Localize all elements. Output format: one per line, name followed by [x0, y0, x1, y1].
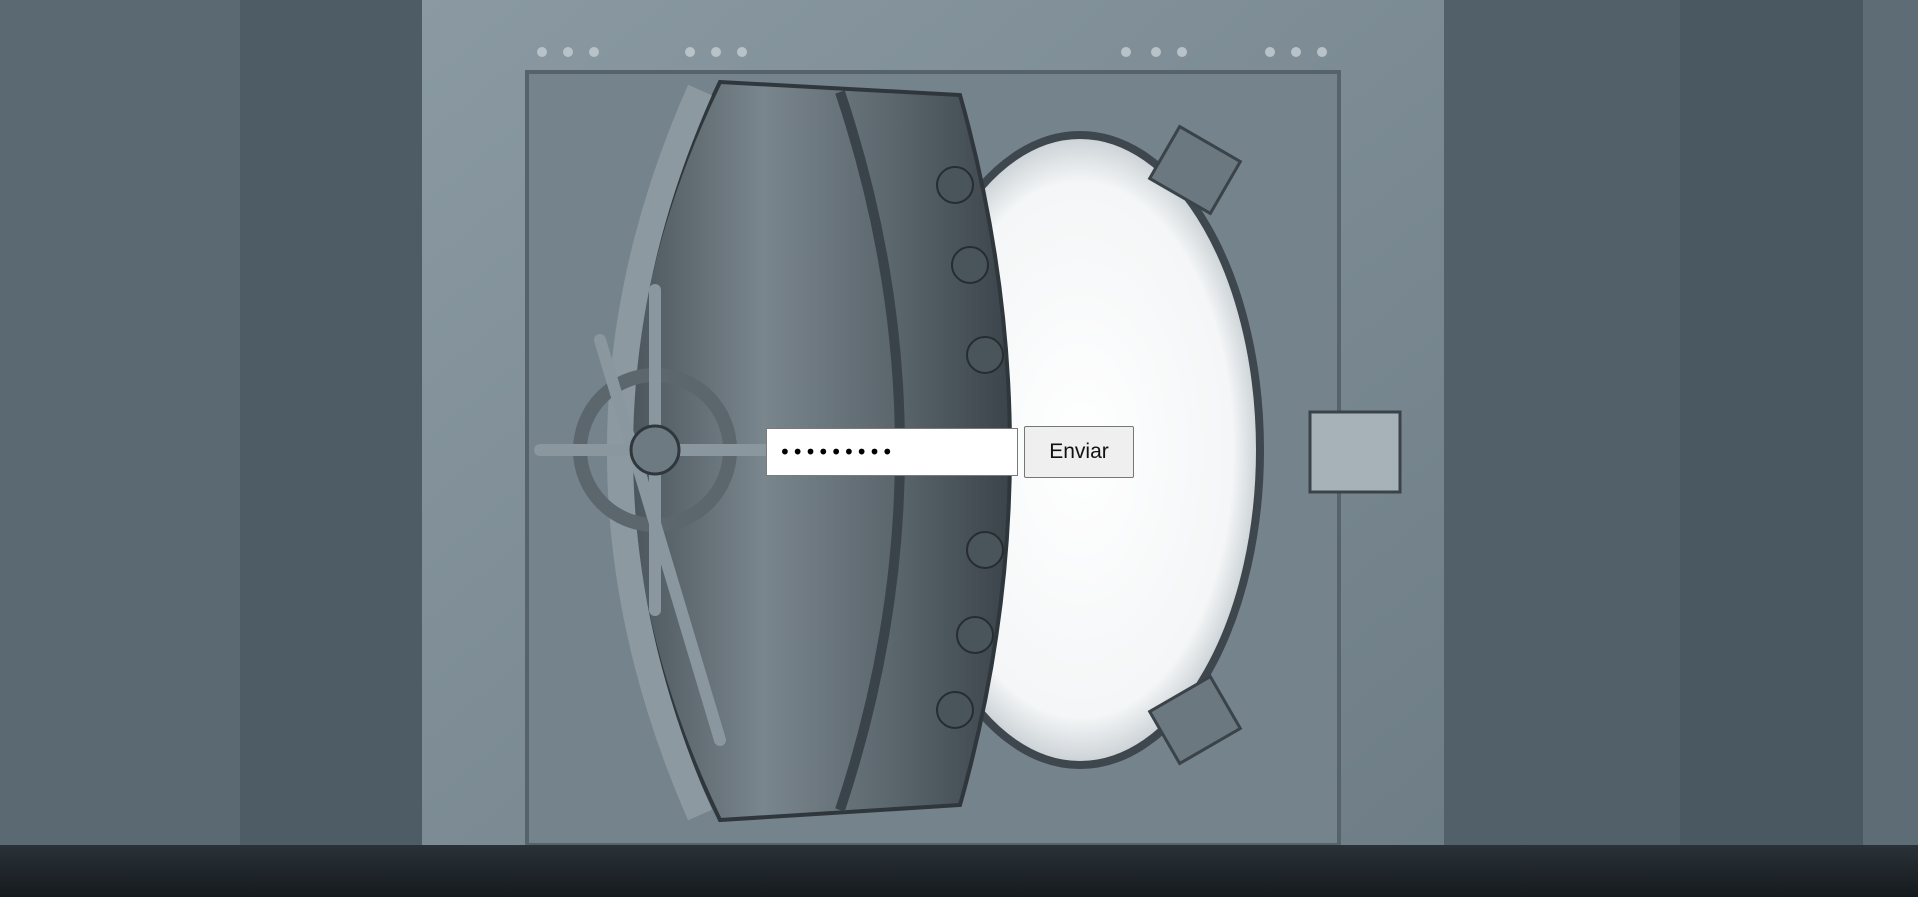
wall-panel	[240, 0, 422, 845]
password-form: Enviar	[766, 426, 1134, 478]
wall-panel	[1444, 0, 1680, 845]
password-input[interactable]	[766, 428, 1018, 476]
wall-panel	[1863, 0, 1918, 845]
floor	[0, 845, 1918, 897]
wall-panel	[0, 0, 240, 845]
wall-panel	[1680, 0, 1863, 845]
page: Enviar	[0, 0, 1918, 897]
submit-button[interactable]: Enviar	[1024, 426, 1134, 478]
